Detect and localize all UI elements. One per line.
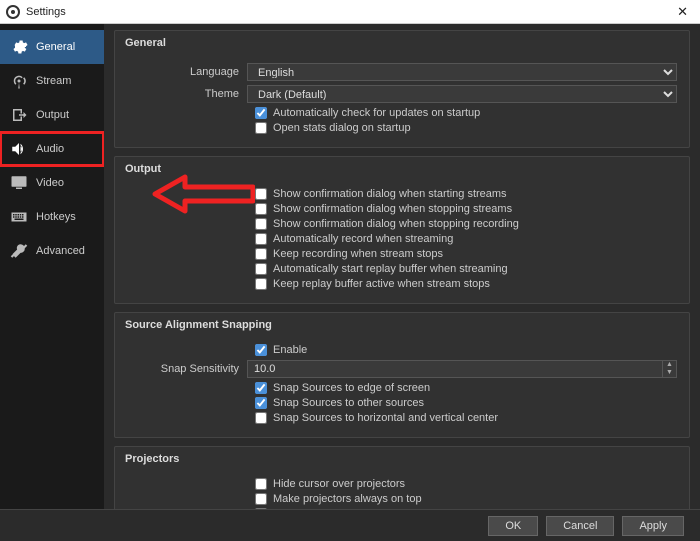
auto-replay-checkbox[interactable] (255, 263, 267, 275)
snap-edge-label: Snap Sources to edge of screen (273, 382, 430, 394)
stepper-up-icon[interactable]: ▲ (663, 361, 676, 369)
auto-update-checkbox[interactable] (255, 107, 267, 119)
snap-sensitivity-input[interactable] (247, 360, 663, 378)
always-top-label: Make projectors always on top (273, 493, 422, 505)
content-pane: General Language English Theme Dark (Def… (104, 24, 700, 509)
snap-center-checkbox[interactable] (255, 412, 267, 424)
confirm-stop-label: Show confirmation dialog when stopping s… (273, 203, 512, 215)
cancel-button[interactable]: Cancel (546, 516, 614, 536)
titlebar: Settings ✕ (0, 0, 700, 24)
sidebar-item-output[interactable]: Output (0, 98, 104, 132)
snap-sensitivity-label: Snap Sensitivity (127, 363, 247, 375)
confirm-start-label: Show confirmation dialog when starting s… (273, 188, 507, 200)
ok-button[interactable]: OK (488, 516, 538, 536)
sidebar-item-label: Hotkeys (36, 211, 76, 223)
language-select[interactable]: English (247, 63, 677, 81)
sidebar-item-label: Video (36, 177, 64, 189)
sidebar-item-hotkeys[interactable]: Hotkeys (0, 200, 104, 234)
section-projectors: Projectors Hide cursor over projectors M… (114, 446, 690, 509)
open-stats-label: Open stats dialog on startup (273, 122, 411, 134)
confirm-stop-checkbox[interactable] (255, 203, 267, 215)
output-icon (10, 106, 28, 124)
language-label: Language (127, 66, 247, 78)
keyboard-icon (10, 208, 28, 226)
section-title: Projectors (115, 447, 689, 471)
keep-replay-label: Keep replay buffer active when stream st… (273, 278, 490, 290)
section-output: Output Show confirmation dialog when sta… (114, 156, 690, 304)
confirm-record-stop-checkbox[interactable] (255, 218, 267, 230)
sidebar-item-label: Output (36, 109, 69, 121)
speaker-icon (10, 140, 28, 158)
auto-update-label: Automatically check for updates on start… (273, 107, 480, 119)
section-title: Output (115, 157, 689, 181)
save-exit-checkbox[interactable] (255, 508, 267, 509)
stepper-down-icon[interactable]: ▼ (663, 369, 676, 377)
section-title: Source Alignment Snapping (115, 313, 689, 337)
sidebar-item-label: Audio (36, 143, 64, 155)
auto-record-checkbox[interactable] (255, 233, 267, 245)
section-snapping: Source Alignment Snapping Enable Snap Se… (114, 312, 690, 438)
broadcast-icon (10, 72, 28, 90)
snap-other-label: Snap Sources to other sources (273, 397, 424, 409)
auto-replay-label: Automatically start replay buffer when s… (273, 263, 508, 275)
snap-center-label: Snap Sources to horizontal and vertical … (273, 412, 498, 424)
sidebar-item-advanced[interactable]: Advanced (0, 234, 104, 268)
hide-cursor-label: Hide cursor over projectors (273, 478, 405, 490)
tools-icon (10, 242, 28, 260)
hide-cursor-checkbox[interactable] (255, 478, 267, 490)
sidebar-item-audio[interactable]: Audio (0, 132, 104, 166)
sidebar-item-label: Advanced (36, 245, 85, 257)
theme-select[interactable]: Dark (Default) (247, 85, 677, 103)
app-icon (6, 5, 20, 19)
section-title: General (115, 31, 689, 55)
footer: OK Cancel Apply (0, 509, 700, 541)
save-exit-label: Save projectors on exit (273, 508, 385, 509)
section-general: General Language English Theme Dark (Def… (114, 30, 690, 148)
theme-label: Theme (127, 88, 247, 100)
keep-replay-checkbox[interactable] (255, 278, 267, 290)
monitor-icon (10, 174, 28, 192)
sidebar: General Stream Output Audio Video Hotkey… (0, 24, 104, 509)
snap-other-checkbox[interactable] (255, 397, 267, 409)
sidebar-item-video[interactable]: Video (0, 166, 104, 200)
window-title: Settings (26, 6, 66, 18)
apply-button[interactable]: Apply (622, 516, 684, 536)
confirm-start-checkbox[interactable] (255, 188, 267, 200)
keep-recording-checkbox[interactable] (255, 248, 267, 260)
gear-icon (10, 38, 28, 56)
snap-enable-label: Enable (273, 344, 307, 356)
auto-record-label: Automatically record when streaming (273, 233, 453, 245)
snap-enable-checkbox[interactable] (255, 344, 267, 356)
close-icon[interactable]: ✕ (671, 4, 694, 20)
sidebar-item-label: General (36, 41, 75, 53)
confirm-record-stop-label: Show confirmation dialog when stopping r… (273, 218, 519, 230)
sidebar-item-stream[interactable]: Stream (0, 64, 104, 98)
keep-recording-label: Keep recording when stream stops (273, 248, 443, 260)
open-stats-checkbox[interactable] (255, 122, 267, 134)
sidebar-item-label: Stream (36, 75, 71, 87)
snap-edge-checkbox[interactable] (255, 382, 267, 394)
sidebar-item-general[interactable]: General (0, 30, 104, 64)
always-top-checkbox[interactable] (255, 493, 267, 505)
